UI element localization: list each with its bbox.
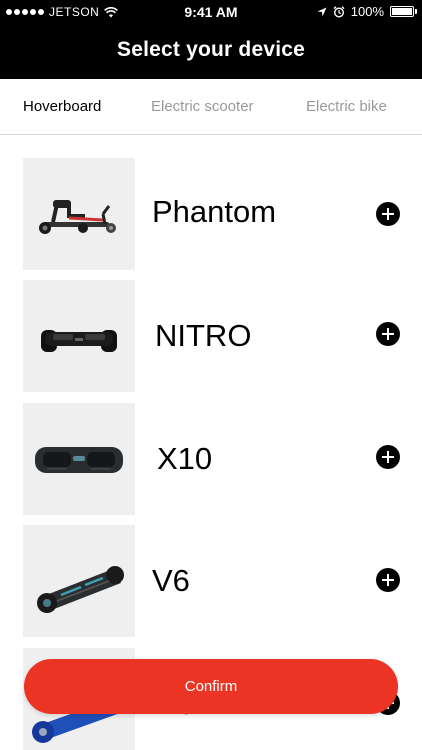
tab-hoverboard[interactable]: Hoverboard (23, 98, 101, 115)
device-name: X10 (157, 441, 213, 476)
battery-percent: 100% (350, 4, 384, 19)
confirm-button[interactable]: Confirm (24, 659, 398, 714)
add-icon[interactable] (376, 445, 400, 469)
add-icon[interactable] (376, 568, 400, 592)
battery-fill (392, 8, 412, 15)
nav-header: Select your device (0, 24, 422, 79)
kart-image-icon (39, 200, 116, 234)
device-row-v6[interactable]: V6 (0, 525, 422, 637)
page-title: Select your device (116, 38, 306, 61)
category-tabs: Hoverboard Electric scooter Electric bik… (0, 79, 422, 135)
device-name: V6 (152, 563, 190, 598)
device-thumbnail (23, 280, 135, 392)
device-row-nitro[interactable]: NITRO (0, 280, 422, 392)
device-row-phantom[interactable]: Phantom (0, 158, 422, 270)
device-thumbnail (23, 403, 135, 515)
device-list: Phantom NITRO X10 V6 (0, 136, 422, 750)
status-right: 100% (317, 4, 417, 19)
battery-icon (390, 6, 417, 17)
device-name: Phantom (152, 194, 277, 229)
tab-electric-scooter[interactable]: Electric scooter (151, 98, 254, 115)
hoverboard-image-icon (37, 566, 124, 613)
status-bar: JETSON 9:41 AM 100% (0, 0, 422, 24)
device-thumbnail (23, 525, 135, 637)
hoverboard-image-icon (41, 330, 117, 352)
hoverboard-image-icon (35, 447, 123, 473)
alarm-icon (333, 5, 345, 18)
tab-electric-bike[interactable]: Electric bike (306, 98, 387, 115)
add-icon[interactable] (376, 202, 400, 226)
location-arrow-icon (317, 7, 327, 16)
device-row-x10[interactable]: X10 (0, 403, 422, 515)
device-thumbnail (23, 158, 135, 270)
device-name: NITRO (155, 318, 252, 353)
add-icon[interactable] (376, 322, 400, 346)
